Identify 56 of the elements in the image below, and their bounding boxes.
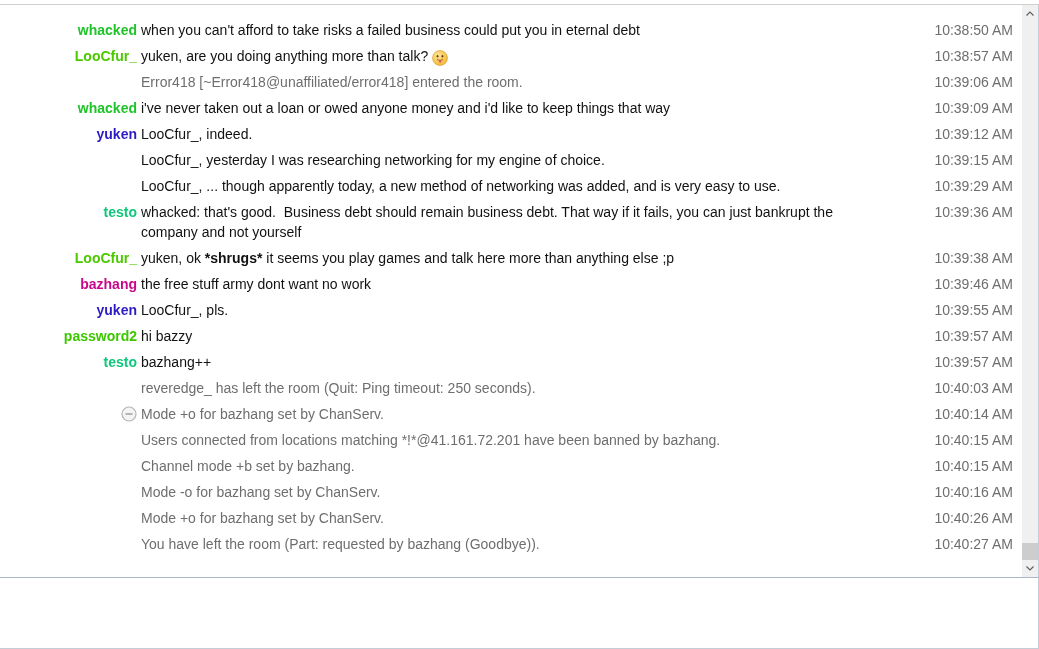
caret-up-icon <box>1026 11 1034 16</box>
event-text: You have left the room (Part: requested by bazhang (Goodbye)). <box>141 535 540 554</box>
timestamp: 10:39:38 AM <box>934 249 1013 268</box>
timestamp: 10:39:15 AM <box>934 151 1013 170</box>
message-text: LooCfur_, pls. <box>141 301 229 320</box>
timestamp: 10:39:06 AM <box>934 73 1013 92</box>
timestamp: 10:39:29 AM <box>934 177 1013 196</box>
nickname: testo <box>103 353 137 372</box>
timestamp: 10:40:26 AM <box>934 509 1013 528</box>
message-text: the free stuff army dont want no work <box>141 275 372 294</box>
event-text: Mode +o for bazhang set by ChanServ. <box>141 509 384 528</box>
scrollbar-thumb[interactable] <box>1022 543 1038 560</box>
timestamp: 10:39:57 AM <box>934 327 1013 346</box>
timestamp: 10:39:57 AM <box>934 353 1013 372</box>
event-text: reveredge_ has left the room (Quit: Ping timeout: 250 seconds). <box>141 379 536 398</box>
nickname: LooCfur_ <box>74 249 137 268</box>
timestamp: 10:39:55 AM <box>934 301 1013 320</box>
timestamp: 10:39:36 AM <box>934 203 1013 222</box>
message-text: whacked: that's good. Business debt should remain business debt. That way if it fails, you can just bankrupt the company and not yourself <box>141 203 834 242</box>
timestamp: 10:38:50 AM <box>934 21 1013 40</box>
nickname: yuken <box>96 301 137 320</box>
timestamp: 10:40:03 AM <box>934 379 1013 398</box>
timestamp: 10:40:15 AM <box>934 431 1013 450</box>
event-text: Channel mode +b set by bazhang. <box>141 457 355 476</box>
message-text: when you can't afford to take risks a failed business could put you in eternal debt <box>141 21 640 40</box>
nickname: bazhang <box>80 275 137 294</box>
message-input-field[interactable] <box>0 578 1039 649</box>
message-text: bazhang++ <box>141 353 212 372</box>
caret-down-icon <box>1026 566 1034 571</box>
event-text: Error418 [~Error418@unaffiliated/error418] entered the room. <box>141 73 523 92</box>
nickname: LooCfur_ <box>74 47 137 66</box>
event-text: Users connected from locations matching *!*@41.161.72.201 have been banned by bazhang. <box>141 431 721 450</box>
nickname: password2 <box>63 327 137 346</box>
scrollbar-track[interactable] <box>1022 5 1038 577</box>
message-text: LooCfur_, ... though apparently today, a new method of networking was added, and is very easy to use. <box>141 177 781 196</box>
timestamp: 10:38:57 AM <box>934 47 1013 66</box>
timestamp: 10:39:12 AM <box>934 125 1013 144</box>
nickname: yuken <box>96 125 137 144</box>
event-text: Mode +o for bazhang set by ChanServ. <box>141 405 384 424</box>
timestamp: 10:40:27 AM <box>934 535 1013 554</box>
timestamp: 10:40:14 AM <box>934 405 1013 424</box>
nickname: testo <box>103 203 137 222</box>
message-text: LooCfur_, yesterday I was researching networking for my engine of choice. <box>141 151 605 170</box>
nickname: whacked <box>77 99 137 118</box>
message-text: LooCfur_, indeed. <box>141 125 253 144</box>
message-text: i've never taken out a loan or owed anyone money and i'd like to keep things that way <box>141 99 671 118</box>
message-text: hi bazzy <box>141 327 193 346</box>
message-text: yuken, ok *shrugs* it seems you play games and talk here more than anything else ;p <box>141 249 675 268</box>
nickname: whacked <box>77 21 137 40</box>
collapse-icon[interactable] <box>121 406 137 422</box>
message-text: yuken, are you doing anything more than talk? <box>141 47 429 66</box>
event-text: Mode -o for bazhang set by ChanServ. <box>141 483 381 502</box>
timestamp: 10:40:15 AM <box>934 457 1013 476</box>
timestamp: 10:39:09 AM <box>934 99 1013 118</box>
timestamp: 10:40:16 AM <box>934 483 1013 502</box>
timestamp: 10:39:46 AM <box>934 275 1013 294</box>
